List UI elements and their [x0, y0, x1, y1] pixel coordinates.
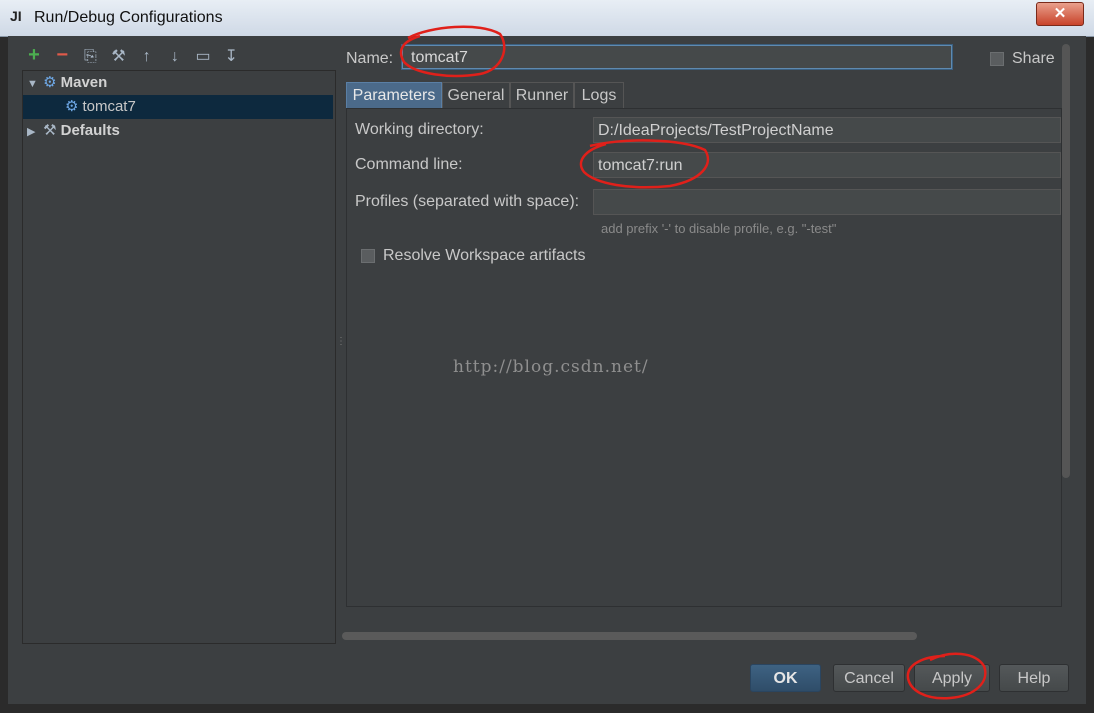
watermark: http://blog.csdn.net/	[453, 357, 649, 377]
tree-item-defaults[interactable]: ▶ ⚒ Defaults	[23, 119, 333, 143]
window-title: Run/Debug Configurations	[34, 9, 223, 26]
collapse-arrow-icon[interactable]: ▶	[27, 120, 39, 144]
resolve-workspace-checkbox[interactable]: Resolve Workspace artifacts	[361, 247, 585, 265]
copy-icon[interactable]: ⎘	[78, 46, 102, 68]
config-tree: ▼ ⚙ Maven ⚙ tomcat7 ▶ ⚒ Defaults	[22, 70, 336, 644]
working-directory-input[interactable]: D:/IdeaProjects/TestProjectName	[593, 117, 1061, 143]
tree-item-label: Maven	[60, 74, 108, 91]
tree-item-tomcat7[interactable]: ⚙ tomcat7	[23, 95, 333, 119]
ok-button[interactable]: OK	[750, 664, 821, 692]
tab-general[interactable]: General	[442, 82, 510, 109]
cancel-button[interactable]: Cancel	[833, 664, 905, 692]
maven-icon: ⚙	[43, 74, 57, 91]
sort-icon[interactable]: ↧	[219, 46, 243, 68]
tree-item-maven[interactable]: ▼ ⚙ Maven	[23, 71, 333, 95]
apply-button[interactable]: Apply	[914, 664, 990, 692]
command-line-input[interactable]: tomcat7:run	[593, 152, 1061, 178]
help-button[interactable]: Help	[999, 664, 1069, 692]
remove-icon[interactable]: −	[50, 44, 74, 66]
defaults-icon: ⚒	[43, 122, 57, 139]
profiles-hint: add prefix '-' to disable profile, e.g. …	[601, 221, 837, 236]
profiles-label: Profiles (separated with space):	[355, 193, 580, 210]
name-input[interactable]: tomcat7	[402, 45, 952, 69]
splitter-handle[interactable]: ⋮	[336, 336, 346, 347]
profiles-input[interactable]	[593, 189, 1061, 215]
command-line-label: Command line:	[355, 156, 463, 173]
tab-runner[interactable]: Runner	[510, 82, 574, 109]
folder-icon[interactable]: ▭	[191, 46, 215, 68]
add-icon[interactable]: +	[22, 44, 46, 66]
vertical-scrollbar[interactable]	[1062, 44, 1070, 478]
move-up-icon[interactable]: ↑	[135, 46, 159, 68]
dialog-body: + − ⎘ ⚒ ↑ ↓ ▭ ↧ ▼ ⚙ Maven ⚙ tomcat7 ▶ ⚒ Def…	[8, 36, 1086, 704]
config-toolbar: + − ⎘ ⚒ ↑ ↓ ▭ ↧	[22, 44, 243, 66]
tree-item-label: Defaults	[60, 122, 120, 139]
title-bar: JI Run/Debug Configurations ✕	[0, 0, 1094, 37]
move-down-icon[interactable]: ↓	[163, 46, 187, 68]
resolve-workspace-label: Resolve Workspace artifacts	[383, 247, 586, 264]
maven-config-icon: ⚙	[65, 98, 79, 115]
tab-logs[interactable]: Logs	[574, 82, 624, 109]
checkbox-box[interactable]	[361, 248, 375, 263]
name-label: Name:	[346, 50, 394, 67]
expand-arrow-icon[interactable]: ▼	[27, 72, 39, 96]
share-checkbox[interactable]: Share	[990, 50, 1055, 68]
share-label: Share	[1012, 50, 1055, 67]
parameters-panel: Working directory: D:/IdeaProjects/TestP…	[346, 108, 1062, 607]
edit-defaults-icon[interactable]: ⚒	[107, 46, 131, 68]
checkbox-box[interactable]	[990, 51, 1004, 66]
tab-parameters[interactable]: Parameters	[346, 82, 442, 109]
horizontal-scrollbar[interactable]	[342, 632, 917, 640]
close-button[interactable]: ✕	[1036, 2, 1084, 26]
intellij-icon: JI	[10, 8, 22, 24]
working-directory-label: Working directory:	[355, 121, 484, 138]
tree-item-label: tomcat7	[82, 98, 136, 115]
